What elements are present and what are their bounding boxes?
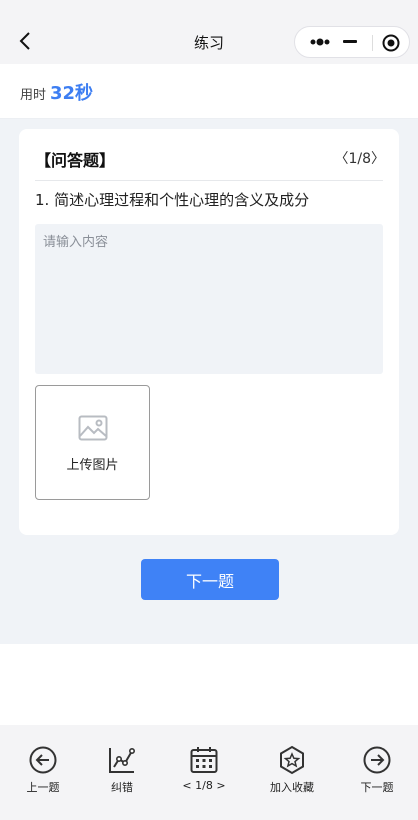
calendar-icon — [190, 747, 218, 773]
nav-bar: 练习 — [0, 0, 418, 64]
upload-image-button[interactable]: 上传图片 — [35, 385, 150, 500]
tab-label: 下一题 — [360, 781, 394, 794]
image-icon — [78, 415, 108, 441]
question-card: 【问答题】 〈1/8〉 1. 简述心理过程和个性心理的含义及成分 上传图片 — [19, 129, 399, 535]
more-dots-icon[interactable] — [307, 27, 337, 57]
question-type: 【问答题】 — [35, 151, 116, 170]
arrow-right-circle-icon — [363, 746, 391, 774]
tab-previous-question[interactable]: 上一题 — [8, 745, 78, 805]
tab-question-list[interactable]: < 1/8 > — [169, 745, 239, 805]
close-target-icon[interactable] — [381, 33, 401, 53]
timer-bar: 用时 32秒 — [0, 64, 418, 119]
question-text: 1. 简述心理过程和个性心理的含义及成分 — [35, 191, 310, 209]
next-question-button[interactable]: 下一题 — [141, 559, 279, 600]
tab-label: < 1/8 > — [182, 779, 226, 792]
arrow-left-circle-icon — [29, 746, 57, 774]
tab-add-favorite[interactable]: 加入收藏 — [257, 745, 327, 805]
timer-label: 用时 — [20, 88, 47, 103]
minimize-icon[interactable] — [343, 40, 357, 43]
capsule-divider — [372, 35, 373, 51]
tab-label: 加入收藏 — [270, 781, 314, 794]
question-pager[interactable]: 〈1/8〉 — [334, 148, 385, 168]
bottom-toolbar: 上一题 纠错 < 1/8 > 加入收藏 下一题 — [0, 725, 418, 820]
answer-input[interactable] — [35, 224, 383, 374]
tab-label: 上一题 — [26, 781, 60, 794]
star-hexagon-icon — [280, 745, 304, 775]
card-divider — [35, 180, 383, 181]
tab-label: 纠错 — [111, 781, 133, 794]
upload-image-label: 上传图片 — [66, 458, 119, 473]
mini-program-capsule — [294, 26, 410, 58]
tab-next-question[interactable]: 下一题 — [342, 745, 412, 805]
timer-value: 32秒 — [50, 83, 94, 104]
tab-correction[interactable]: 纠错 — [87, 745, 157, 805]
chart-correction-icon — [109, 747, 135, 773]
